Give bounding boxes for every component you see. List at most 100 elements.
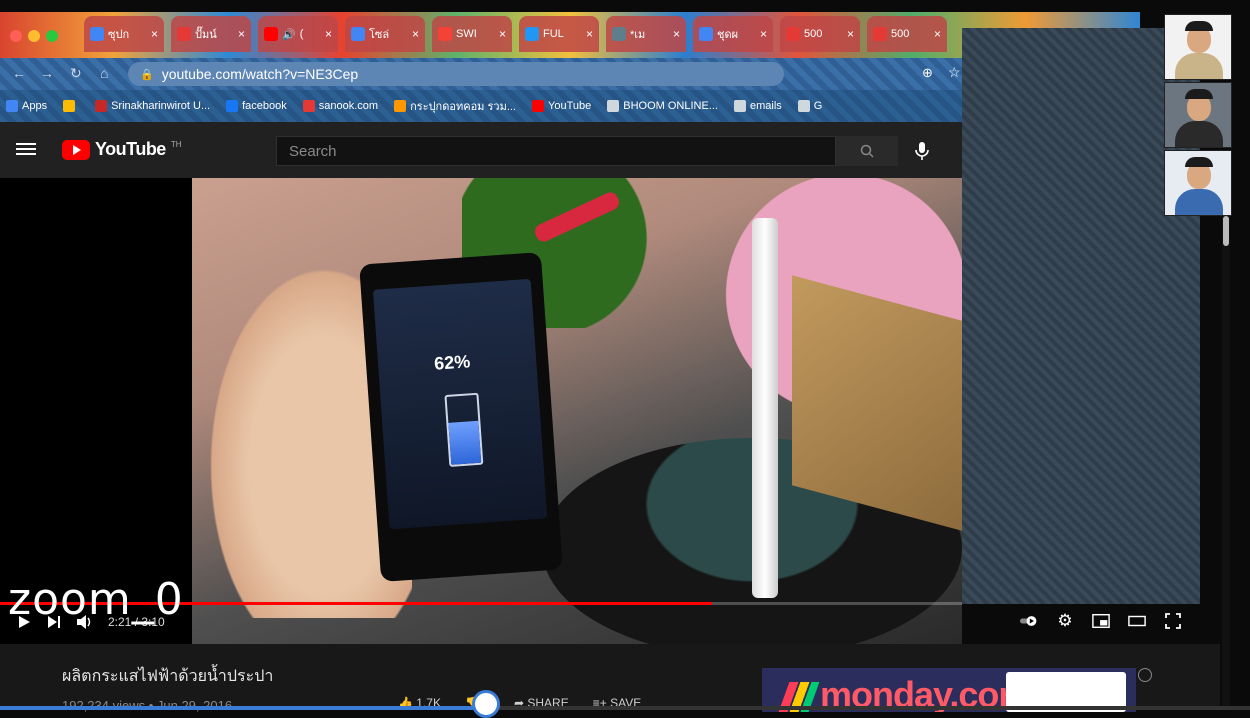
close-window-dot[interactable] xyxy=(10,30,22,42)
close-tab-icon[interactable]: × xyxy=(238,27,245,41)
battery-icon xyxy=(444,392,484,467)
browser-tab-label: 500 xyxy=(891,28,910,40)
autoplay-toggle[interactable] xyxy=(1020,612,1038,630)
browser-tab-label: 500 xyxy=(804,28,823,40)
folder-icon xyxy=(607,100,620,112)
participant-body xyxy=(1175,53,1223,79)
forward-icon[interactable]: → xyxy=(40,65,54,81)
browser-tab-label: โซล่ xyxy=(369,29,390,41)
gear-icon: ⚙ xyxy=(1057,611,1073,630)
kapook-icon xyxy=(394,100,407,112)
browser-tab[interactable]: 500 × xyxy=(867,16,947,52)
participant-video-thumbnail[interactable] xyxy=(1164,14,1232,80)
video-player[interactable]: 62% 2:21 / 3:10 zoom_0 xyxy=(0,178,962,644)
participant-hair xyxy=(1185,21,1213,31)
search-input[interactable]: Search xyxy=(276,136,836,166)
browser-tab[interactable]: *เม × xyxy=(606,16,686,52)
bookmark-label: YouTube xyxy=(548,100,592,112)
reload-icon[interactable]: ↻ xyxy=(70,65,82,82)
battery-fill xyxy=(448,420,482,465)
youtube-header: YouTube TH Search xyxy=(0,122,962,178)
bookmarks-bar: Apps Srinakharinwirot U... facebook sanook.… xyxy=(0,90,962,122)
youtube-logo[interactable]: YouTube TH xyxy=(62,139,182,160)
search-button[interactable] xyxy=(836,136,898,166)
battery-percentage: 62% xyxy=(433,351,471,374)
browser-tab[interactable]: 500 × xyxy=(780,16,860,52)
bookmark-icon xyxy=(873,27,887,41)
zoom-progress-knob[interactable] xyxy=(472,690,500,718)
participant-body xyxy=(1175,121,1223,147)
bookmark-item[interactable]: G xyxy=(797,100,823,112)
fullscreen-button[interactable] xyxy=(1164,612,1182,630)
close-tab-icon[interactable]: × xyxy=(151,27,158,41)
bookmark-label: G xyxy=(813,100,823,112)
theater-mode-button[interactable] xyxy=(1128,612,1146,630)
close-tab-icon[interactable]: × xyxy=(847,27,854,41)
google-icon xyxy=(351,27,365,41)
google-icon xyxy=(699,27,713,41)
home-icon[interactable]: ⌂ xyxy=(100,65,108,81)
miniplayer-button[interactable] xyxy=(1092,612,1110,630)
sanook-icon xyxy=(302,100,315,112)
bookmark-item[interactable]: sanook.com xyxy=(302,100,378,112)
close-tab-icon[interactable]: × xyxy=(499,27,506,41)
settings-button[interactable]: ⚙ xyxy=(1056,611,1074,630)
participant-hair xyxy=(1185,89,1213,99)
zoom-progress-fill xyxy=(0,706,475,710)
star-icon[interactable]: ☆ xyxy=(948,64,961,81)
ad-info-icon[interactable] xyxy=(1138,668,1152,682)
bookmark-label: BHOOM ONLINE... xyxy=(623,100,718,112)
speaker-icon: 🔊 xyxy=(282,28,296,41)
participant-video-thumbnail[interactable] xyxy=(1164,82,1232,148)
bookmark-item[interactable]: Apps xyxy=(6,100,47,112)
close-tab-icon[interactable]: × xyxy=(934,27,941,41)
browser-tab[interactable]: โซล่ × xyxy=(345,16,425,52)
bookmark-label: facebook xyxy=(242,100,287,112)
white-pipe xyxy=(752,218,778,598)
bookmark-item[interactable]: BHOOM ONLINE... xyxy=(607,100,718,112)
back-icon[interactable]: ← xyxy=(12,65,26,81)
close-tab-icon[interactable]: × xyxy=(673,27,680,41)
doc-icon xyxy=(612,27,626,41)
bookmark-label: Srinakharinwirot U... xyxy=(111,100,211,112)
maximize-window-dot[interactable] xyxy=(46,30,58,42)
close-tab-icon[interactable]: × xyxy=(586,27,593,41)
install-icon[interactable]: ⊕ xyxy=(922,65,933,81)
close-tab-icon[interactable]: × xyxy=(412,27,419,41)
lock-icon: 🔒 xyxy=(140,68,154,81)
menu-icon[interactable] xyxy=(16,140,36,158)
miniplayer-icon xyxy=(1092,613,1110,629)
browser-tab[interactable]: ซุปก × xyxy=(84,16,164,52)
university-icon xyxy=(95,100,108,112)
url-field[interactable]: 🔒 youtube.com/watch?v=NE3Cep xyxy=(128,62,784,86)
minimize-window-dot[interactable] xyxy=(28,30,40,42)
bookmark-item[interactable]: facebook xyxy=(226,100,287,112)
browser-tab[interactable]: SWI × xyxy=(432,16,512,52)
browser-tab[interactable]: 🔊(× xyxy=(258,16,338,52)
page-scrollbar[interactable] xyxy=(1222,180,1230,710)
close-tab-icon[interactable]: × xyxy=(325,27,332,41)
close-tab-icon[interactable]: × xyxy=(760,27,767,41)
participant-video-thumbnail[interactable] xyxy=(1164,150,1232,216)
folder-icon xyxy=(733,100,746,112)
youtube-icon xyxy=(264,27,278,41)
video-frame: 62% xyxy=(192,178,962,644)
bookmark-item[interactable]: emails xyxy=(733,100,782,112)
zoom-overlay-text: zoom_0 xyxy=(8,574,184,625)
bookmark-icon xyxy=(786,27,800,41)
voice-search-button[interactable] xyxy=(910,138,934,164)
bookmark-item[interactable]: กระปุกดอทคอม รวม... xyxy=(394,97,516,115)
bookmark-item[interactable]: YouTube xyxy=(532,100,591,112)
search-placeholder: Search xyxy=(289,142,337,160)
browser-tab-label: FUL xyxy=(543,28,564,40)
facebook-icon xyxy=(226,100,239,112)
browser-tab[interactable]: FUL × xyxy=(519,16,599,52)
youtube-wordmark: YouTube xyxy=(95,139,166,159)
browser-tab[interactable]: ปั๊มน์ × xyxy=(171,16,251,52)
bookmark-item[interactable]: Srinakharinwirot U... xyxy=(95,100,210,112)
scrollbar-thumb[interactable] xyxy=(1223,216,1229,246)
browser-tab[interactable]: ชุดผ × xyxy=(693,16,773,52)
bookmark-item[interactable] xyxy=(63,100,79,112)
address-bar-row: ← → ↻ ⌂ 🔒 youtube.com/watch?v=NE3Cep ⊕ ☆ xyxy=(0,58,962,90)
site-icon xyxy=(525,27,539,41)
